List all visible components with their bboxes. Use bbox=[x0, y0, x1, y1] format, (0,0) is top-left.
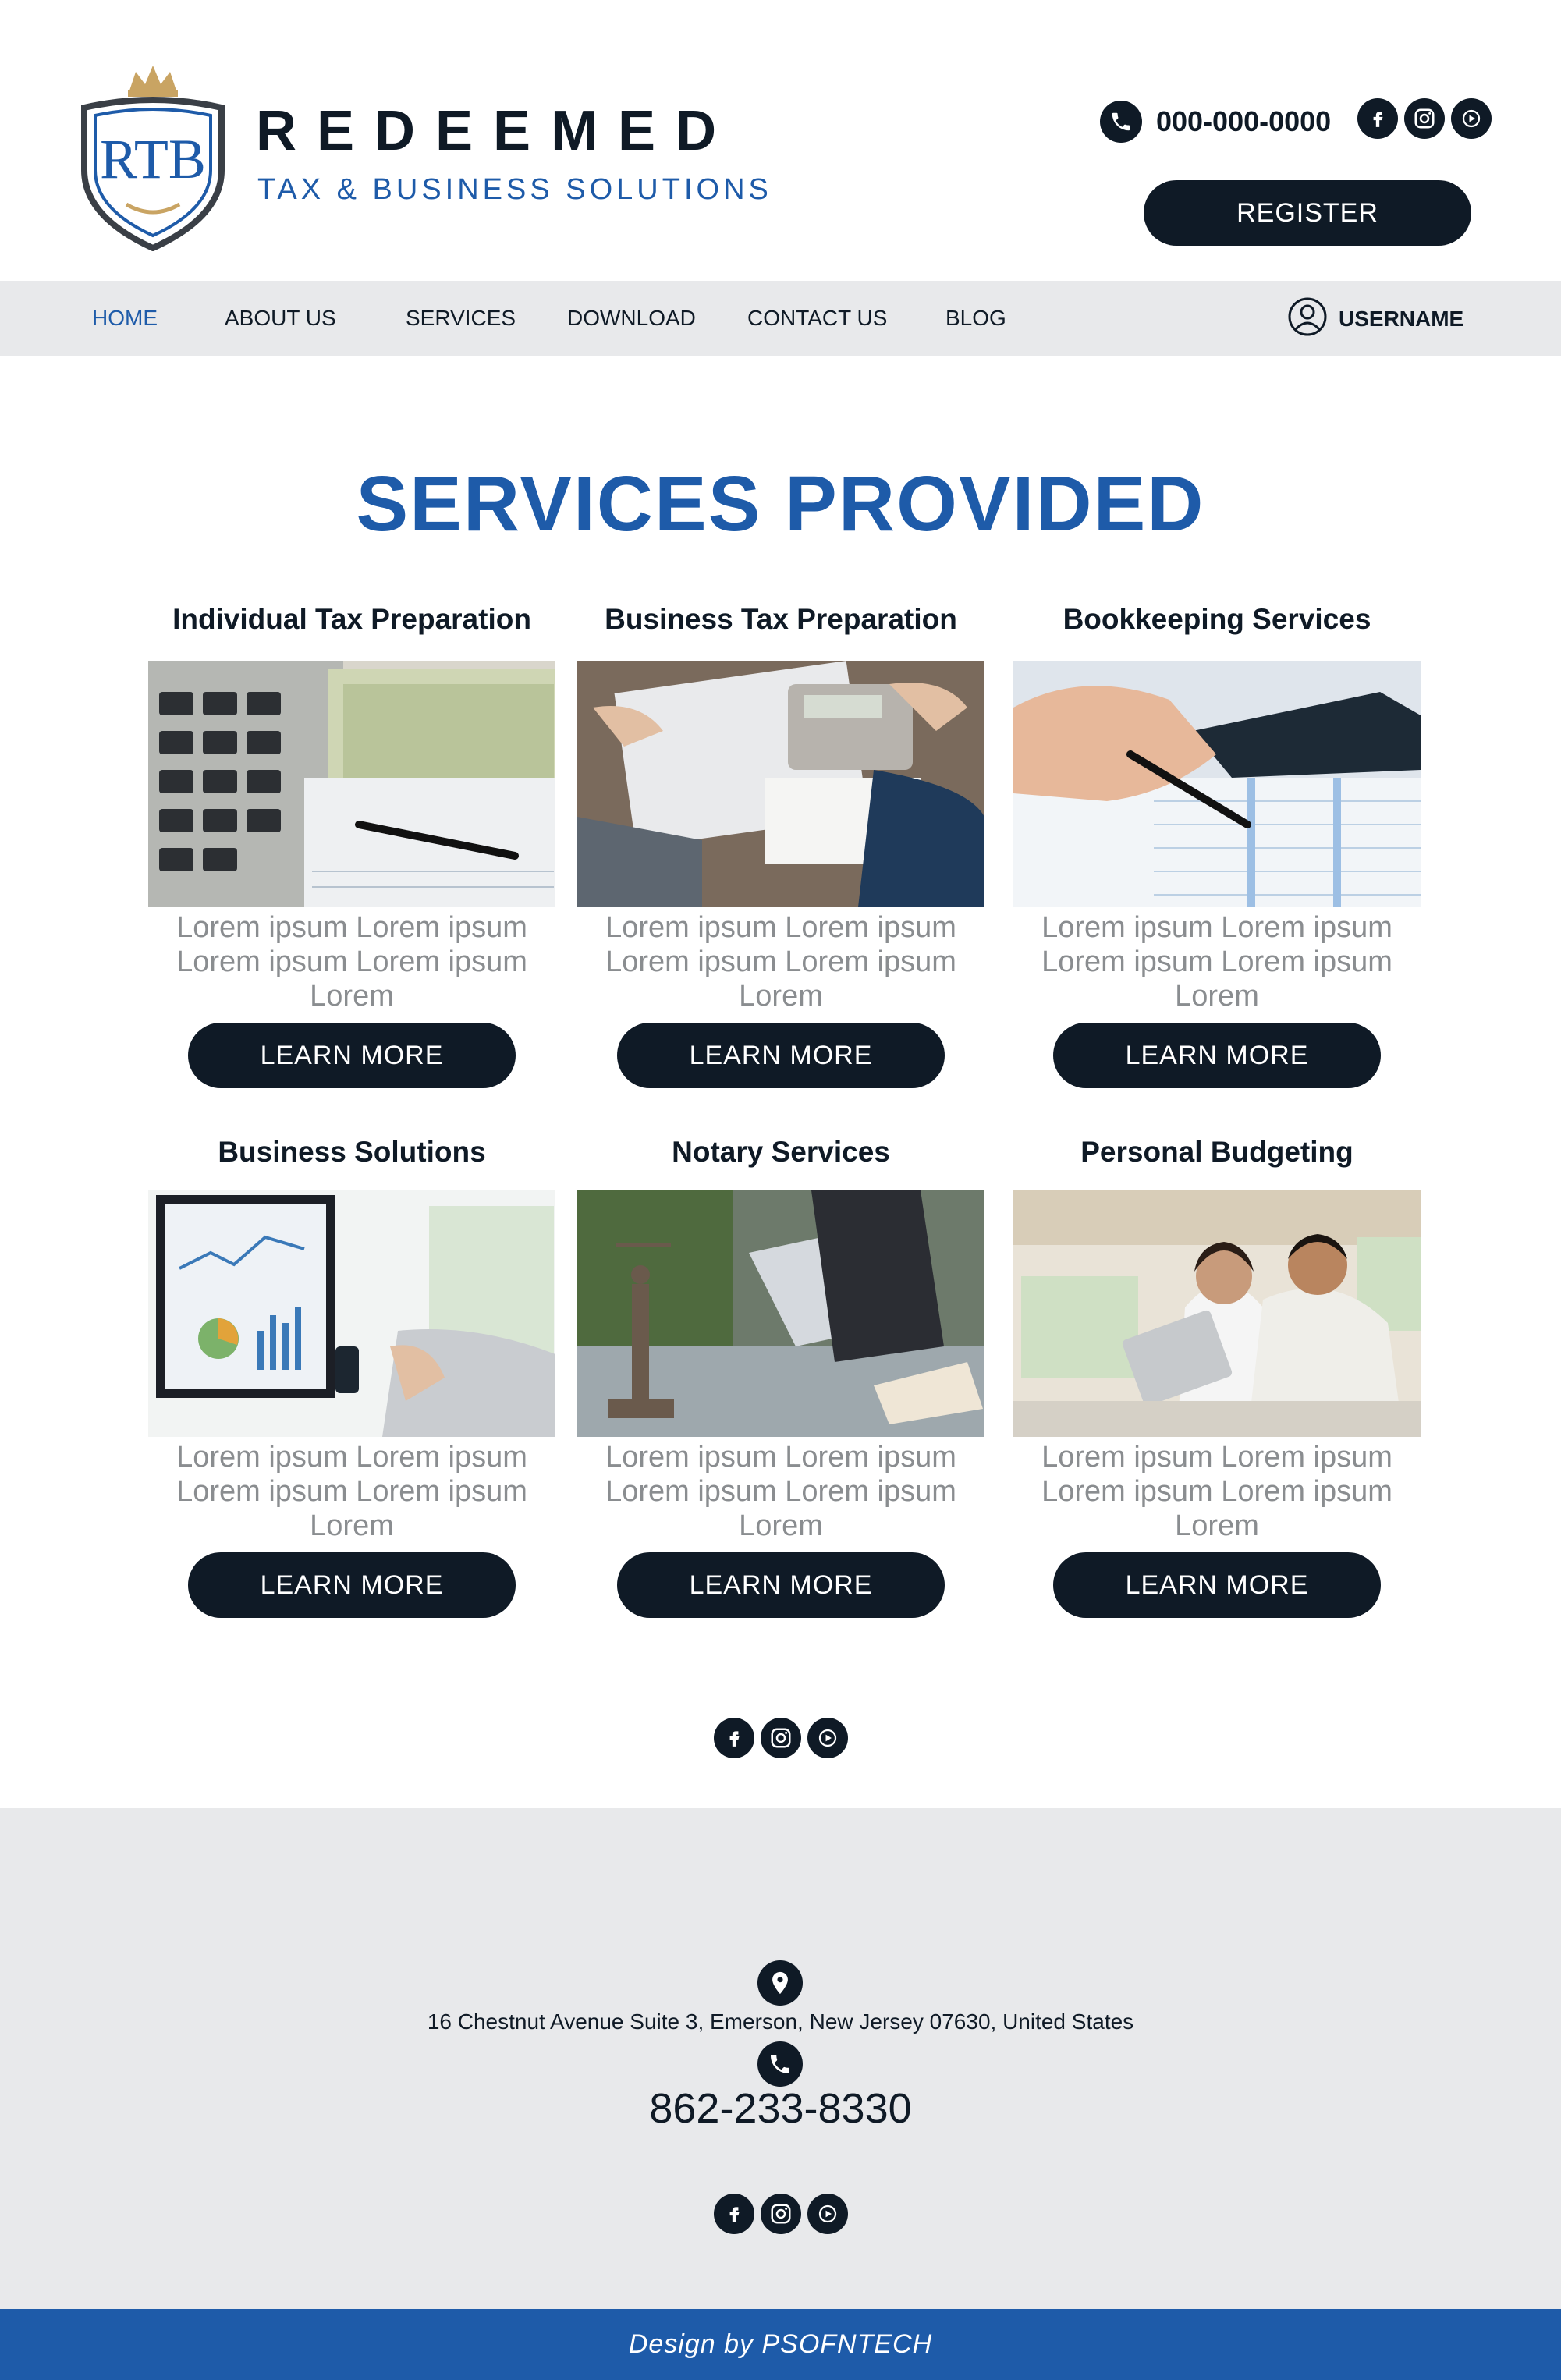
logo-crest[interactable]: RTB bbox=[78, 61, 228, 252]
youtube-icon[interactable] bbox=[807, 2194, 848, 2234]
footer-social-links bbox=[714, 2194, 848, 2234]
service-image-personal-budgeting bbox=[1013, 1190, 1421, 1437]
service-card-business-solutions: Business Solutions Lorem ipsum Lorem ips… bbox=[148, 1131, 555, 1618]
service-card-personal-budgeting: Personal Budgeting Lorem ipsum Lorem ips… bbox=[1013, 1131, 1421, 1618]
service-card-bookkeeping: Bookkeeping Services Lorem ipsum Lorem i… bbox=[1013, 598, 1421, 1088]
service-card-notary: Notary Services Lorem ipsum Lorem ipsum … bbox=[577, 1131, 984, 1618]
service-card-description: Lorem ipsum Lorem ipsum Lorem ipsum Lore… bbox=[176, 911, 527, 1013]
services-social-links bbox=[714, 1718, 848, 1758]
nav-item-home[interactable]: HOME bbox=[92, 304, 158, 332]
service-card-description: Lorem ipsum Lorem ipsum Lorem ipsum Lore… bbox=[1041, 911, 1392, 1013]
logo-monogram: RTB bbox=[100, 128, 206, 190]
youtube-icon[interactable] bbox=[1451, 98, 1492, 139]
service-image-notary bbox=[577, 1190, 984, 1437]
nav-item-services[interactable]: SERVICES bbox=[406, 304, 516, 332]
learn-more-button[interactable]: LEARN MORE bbox=[617, 1552, 945, 1618]
design-credit: Design by PSOFNTECH bbox=[628, 2329, 933, 2359]
register-button[interactable]: REGISTER bbox=[1144, 180, 1471, 246]
nav-item-blog[interactable]: BLOG bbox=[945, 304, 1006, 332]
username-label: USERNAME bbox=[1339, 306, 1464, 331]
credit-bar: Design by PSOFNTECH bbox=[0, 2309, 1561, 2380]
header-phone[interactable]: 000-000-0000 bbox=[1100, 100, 1331, 144]
phone-icon bbox=[757, 2041, 803, 2087]
header-social-links bbox=[1357, 98, 1492, 139]
facebook-icon[interactable] bbox=[714, 1718, 754, 1758]
service-card-individual-tax: Individual Tax Preparation Lorem ipsum L… bbox=[148, 598, 555, 1088]
service-card-business-tax: Business Tax Preparation Lorem ipsum Lor… bbox=[577, 598, 984, 1088]
service-card-title: Business Tax Preparation bbox=[605, 603, 957, 635]
service-card-title: Business Solutions bbox=[218, 1136, 486, 1168]
learn-more-button[interactable]: LEARN MORE bbox=[188, 1552, 516, 1618]
header-phone-number: 000-000-0000 bbox=[1156, 105, 1332, 137]
footer-phone[interactable]: 862-233-8330 bbox=[0, 2084, 1561, 2133]
brand-tagline: TAX & BUSINESS SOLUTIONS bbox=[257, 173, 772, 206]
nav-item-about-us[interactable]: ABOUT US bbox=[225, 304, 336, 332]
service-card-title: Bookkeeping Services bbox=[1063, 603, 1371, 635]
service-card-description: Lorem ipsum Lorem ipsum Lorem ipsum Lore… bbox=[605, 1441, 956, 1542]
facebook-icon[interactable] bbox=[1357, 98, 1398, 139]
location-pin-icon bbox=[757, 1960, 803, 2006]
learn-more-button[interactable]: LEARN MORE bbox=[1053, 1552, 1381, 1618]
nav-item-contact-us[interactable]: CONTACT US bbox=[747, 304, 887, 332]
instagram-icon[interactable] bbox=[761, 2194, 801, 2234]
footer-address: 16 Chestnut Avenue Suite 3, Emerson, New… bbox=[427, 2009, 1134, 2034]
instagram-icon[interactable] bbox=[761, 1718, 801, 1758]
service-image-business-tax bbox=[577, 661, 984, 907]
service-card-description: Lorem ipsum Lorem ipsum Lorem ipsum Lore… bbox=[1041, 1441, 1392, 1542]
service-card-description: Lorem ipsum Lorem ipsum Lorem ipsum Lore… bbox=[605, 911, 956, 1013]
youtube-icon[interactable] bbox=[807, 1718, 848, 1758]
phone-icon bbox=[1100, 101, 1142, 143]
service-card-title: Individual Tax Preparation bbox=[172, 603, 531, 635]
brand-name: REDEEMED bbox=[256, 100, 737, 162]
service-card-title: Personal Budgeting bbox=[1080, 1136, 1353, 1168]
service-card-title: Notary Services bbox=[672, 1136, 890, 1168]
section-title: SERVICES PROVIDED bbox=[356, 460, 1205, 548]
service-image-business-solutions bbox=[148, 1190, 555, 1437]
user-icon bbox=[1287, 296, 1328, 341]
instagram-icon[interactable] bbox=[1404, 98, 1445, 139]
learn-more-button[interactable]: LEARN MORE bbox=[188, 1023, 516, 1088]
service-card-description: Lorem ipsum Lorem ipsum Lorem ipsum Lore… bbox=[176, 1441, 527, 1542]
learn-more-button[interactable]: LEARN MORE bbox=[1053, 1023, 1381, 1088]
user-menu[interactable]: USERNAME bbox=[1287, 296, 1463, 341]
learn-more-button[interactable]: LEARN MORE bbox=[617, 1023, 945, 1088]
service-image-bookkeeping bbox=[1013, 661, 1421, 907]
facebook-icon[interactable] bbox=[714, 2194, 754, 2234]
nav-item-download[interactable]: DOWNLOAD bbox=[567, 304, 696, 332]
service-image-calculator bbox=[148, 661, 555, 907]
